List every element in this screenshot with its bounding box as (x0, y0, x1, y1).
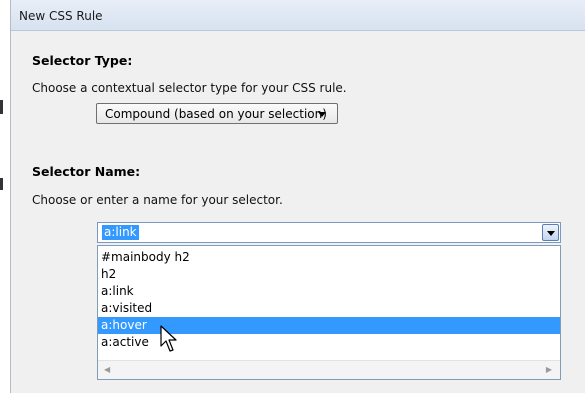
mouse-pointer-icon (160, 325, 177, 352)
dialog-title: New CSS Rule (19, 9, 103, 23)
new-css-rule-dialog: New CSS Rule Selector Type: Choose a con… (10, 0, 585, 393)
chevron-down-icon (318, 112, 326, 117)
selector-type-heading: Selector Type: (32, 53, 133, 68)
selector-name-combobox[interactable]: a:link (97, 222, 561, 243)
scroll-left-icon[interactable]: ◀ (104, 365, 110, 374)
list-item[interactable]: #mainbody h2 (98, 249, 560, 266)
selector-name-list[interactable]: #mainbody h2 h2 a:link a:visited a:hover… (97, 245, 561, 380)
selector-name-input-text[interactable]: a:link (102, 225, 139, 240)
list-item[interactable]: a:visited (98, 300, 560, 317)
chevron-down-icon (547, 231, 555, 236)
selector-name-heading: Selector Name: (32, 164, 141, 179)
selector-name-dropdown-button[interactable] (542, 224, 559, 241)
selector-type-description: Choose a contextual selector type for yo… (32, 81, 347, 95)
title-bar: New CSS Rule (11, 0, 585, 31)
background-window-edge-top (0, 100, 3, 114)
selector-type-value: Compound (based on your selection) (105, 107, 327, 121)
selector-name-description: Choose or enter a name for your selector… (32, 193, 283, 207)
selector-type-dropdown[interactable]: Compound (based on your selection) (96, 103, 338, 124)
horizontal-scrollbar[interactable]: ◀ ▶ (98, 360, 560, 379)
list-item[interactable]: h2 (98, 266, 560, 283)
scroll-right-icon[interactable]: ▶ (546, 365, 552, 374)
background-window-edge-bottom (0, 178, 3, 190)
list-item[interactable]: a:link (98, 283, 560, 300)
